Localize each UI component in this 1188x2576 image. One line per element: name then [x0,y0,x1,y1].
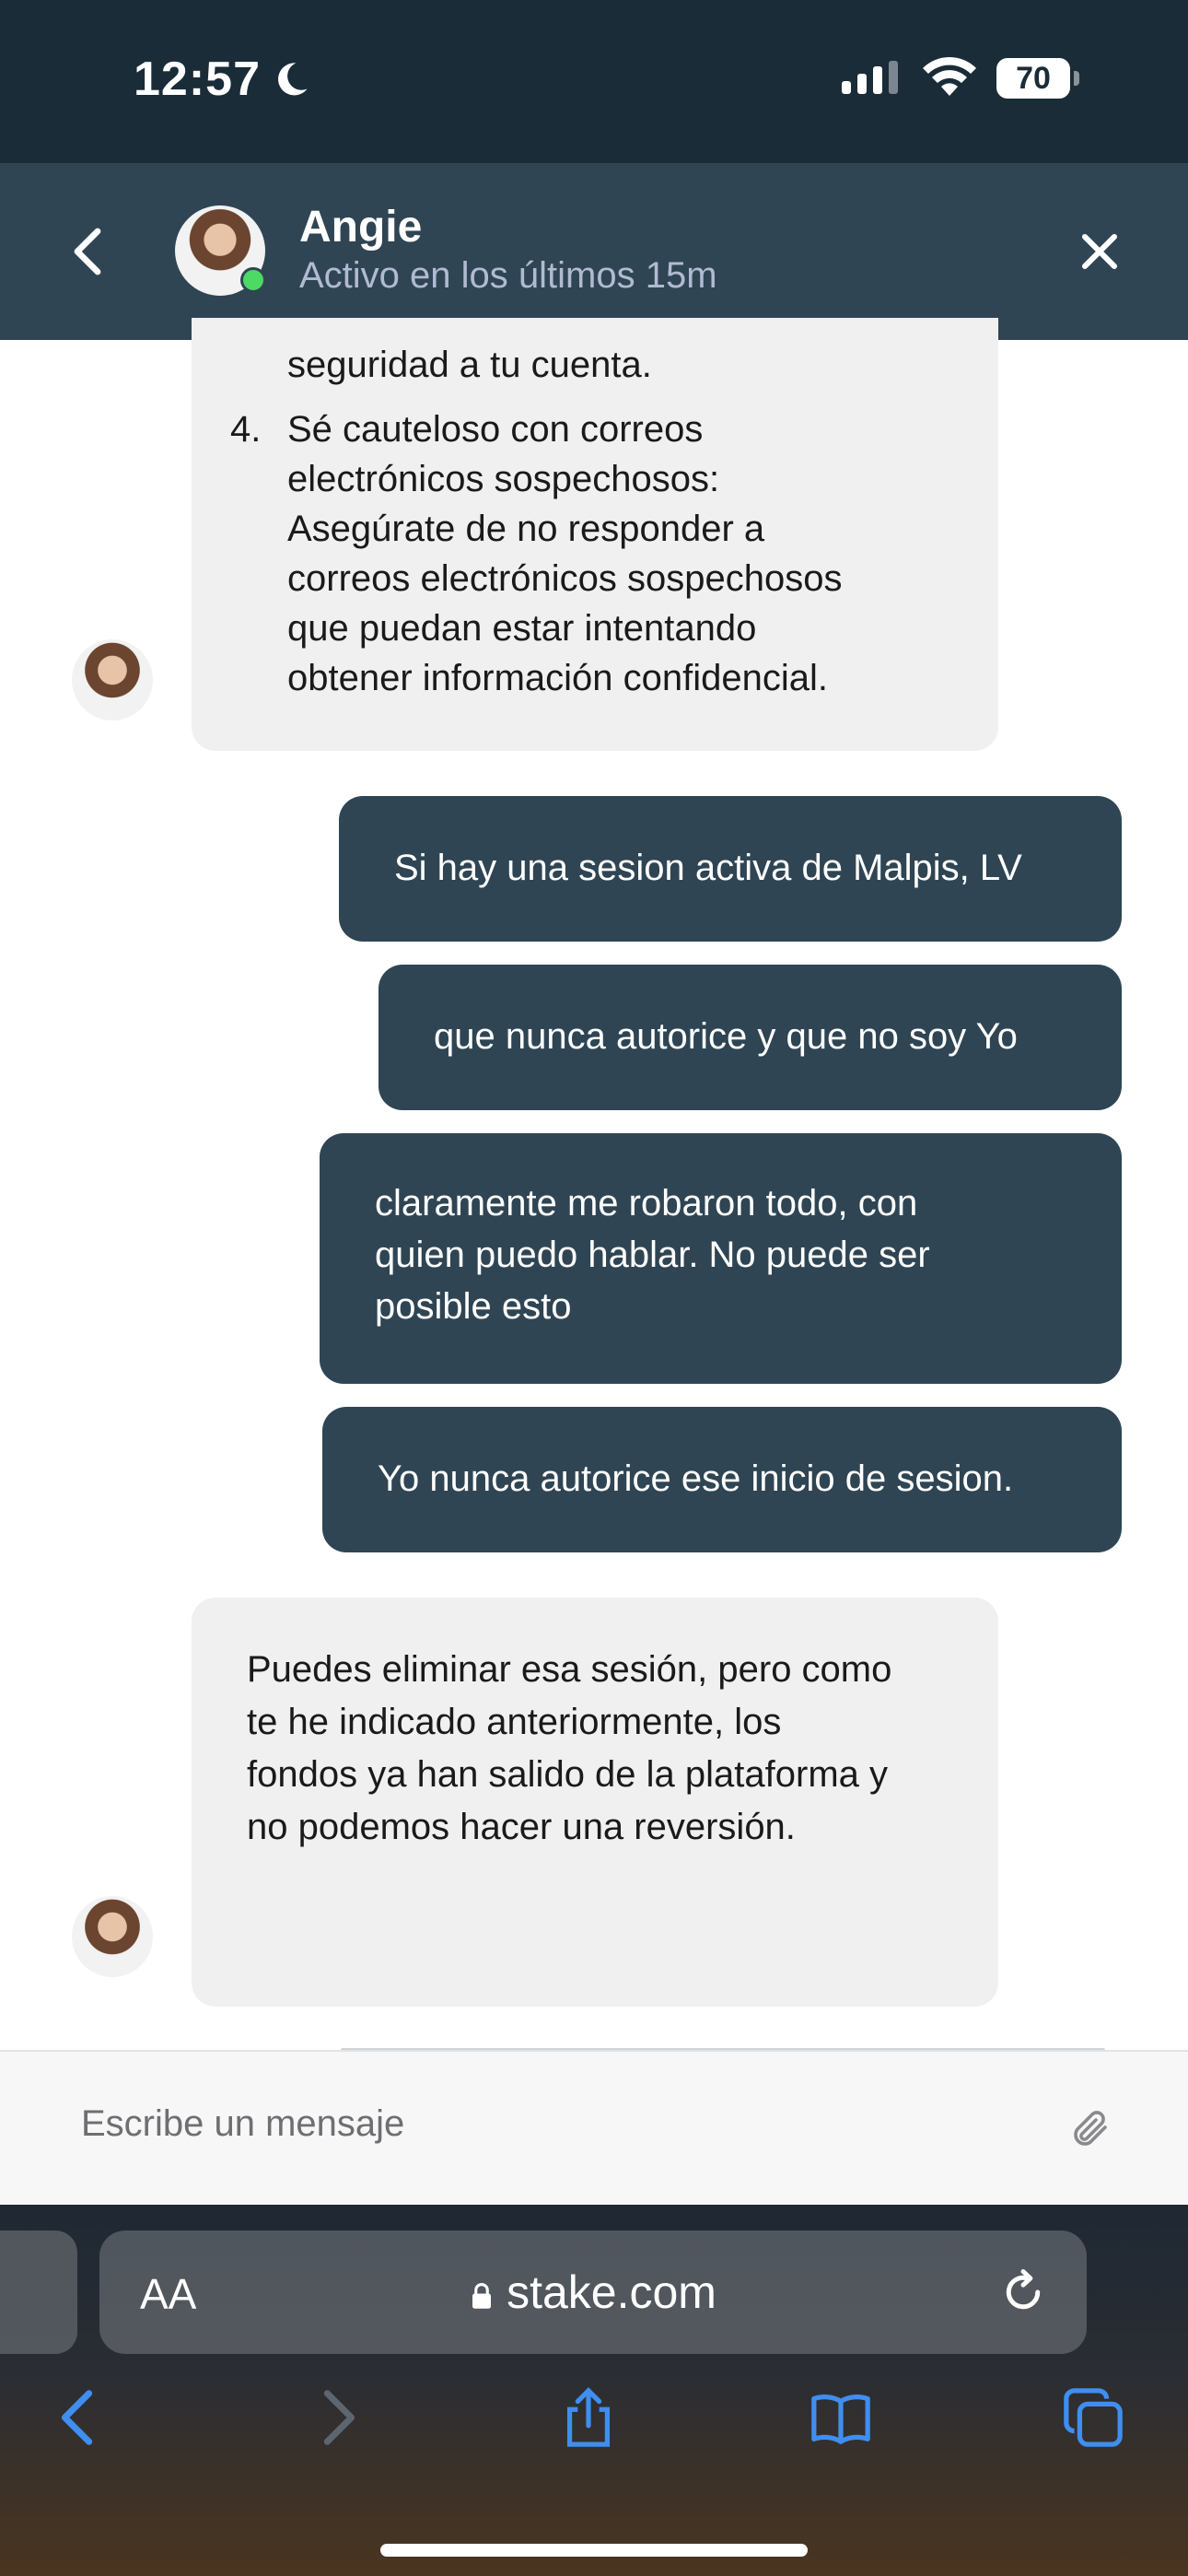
message-line: Puedes eliminar esa sesión, pero como [247,1649,892,1690]
browser-toolbar: AA stake.com [0,2205,1188,2576]
message-line: posible esto [375,1286,572,1327]
message-line: te he indicado anteriormente, los [247,1702,782,1742]
moon-icon [278,63,308,96]
close-icon[interactable] [1077,229,1122,274]
domain-text: stake.com [507,2266,716,2318]
message-line: Si hay una sesion activa de Malpis, LV [394,848,1022,888]
battery-level: 70 [1016,61,1051,96]
battery-icon: 70 [996,58,1070,99]
book-icon[interactable] [809,2385,873,2450]
status-bar: 12:57 70 [0,0,1188,163]
message-line: Sé cauteloso con correos [287,409,704,450]
message-line: que nunca autorice y que no soy Yo [434,1016,1018,1057]
message-line: quien puedo hablar. No puede ser [375,1235,930,1275]
agent-avatar [72,639,153,720]
page-domain[interactable]: stake.com [99,2266,1087,2319]
agent-avatar [72,1896,153,1977]
message-line: Yo nunca autorice ese inicio de sesion. [378,1458,1014,1499]
clock: 12:57 [134,52,310,107]
address-bar[interactable]: AA stake.com [99,2231,1087,2354]
agent-message: Puedes eliminar esa sesión, pero como te… [192,1598,998,2007]
cellular-signal-icon [842,61,898,94]
paperclip-icon[interactable] [1068,2107,1112,2151]
agent-name: Angie [299,203,423,252]
online-status-indicator [240,267,266,293]
previous-tab[interactable] [0,2231,77,2354]
message-line: fondos ya han salido de la plataforma y [247,1754,888,1795]
chevron-right-icon[interactable] [306,2385,370,2450]
message-composer[interactable]: Escribe un mensaje [0,2050,1188,2207]
message-input[interactable]: Escribe un mensaje [81,2103,404,2145]
message-line: claramente me robaron todo, con [375,1183,918,1224]
user-message: Yo nunca autorice ese inicio de sesion. [322,1407,1122,1552]
user-message: claramente me robaron todo, con quien pu… [320,1133,1122,1384]
home-indicator[interactable] [380,2544,808,2557]
chevron-left-icon[interactable] [66,226,111,277]
reload-icon[interactable] [998,2267,1048,2317]
share-icon[interactable] [556,2385,621,2450]
wifi-icon [923,56,976,96]
clock-time: 12:57 [134,53,261,106]
message-line: que puedan estar intentando [287,608,757,649]
list-number: 4. [230,409,262,450]
chevron-left-icon[interactable] [46,2385,111,2450]
tabs-icon[interactable] [1061,2385,1125,2450]
lock-icon [472,2282,492,2309]
chat-header: Angie Activo en los últimos 15m [0,163,1188,340]
message-line: no podemos hacer una reversión. [247,1807,796,1847]
agent-message: seguridad a tu cuenta. 4. Sé cauteloso c… [192,318,998,751]
message-line: obtener información confidencial. [287,658,829,698]
user-message: Si hay una sesion activa de Malpis, LV [339,796,1122,942]
message-line: electrónicos sospechosos: [287,459,720,499]
browser-nav-row [0,2385,1188,2477]
message-text: seguridad a tu cuenta. [287,345,652,385]
agent-activity-status: Activo en los últimos 15m [299,255,717,296]
message-line: Asegúrate de no responder a [287,509,765,549]
user-message: que nunca autorice y que no soy Yo [379,965,1122,1110]
message-line: correos electrónicos sospechosos [287,558,843,599]
